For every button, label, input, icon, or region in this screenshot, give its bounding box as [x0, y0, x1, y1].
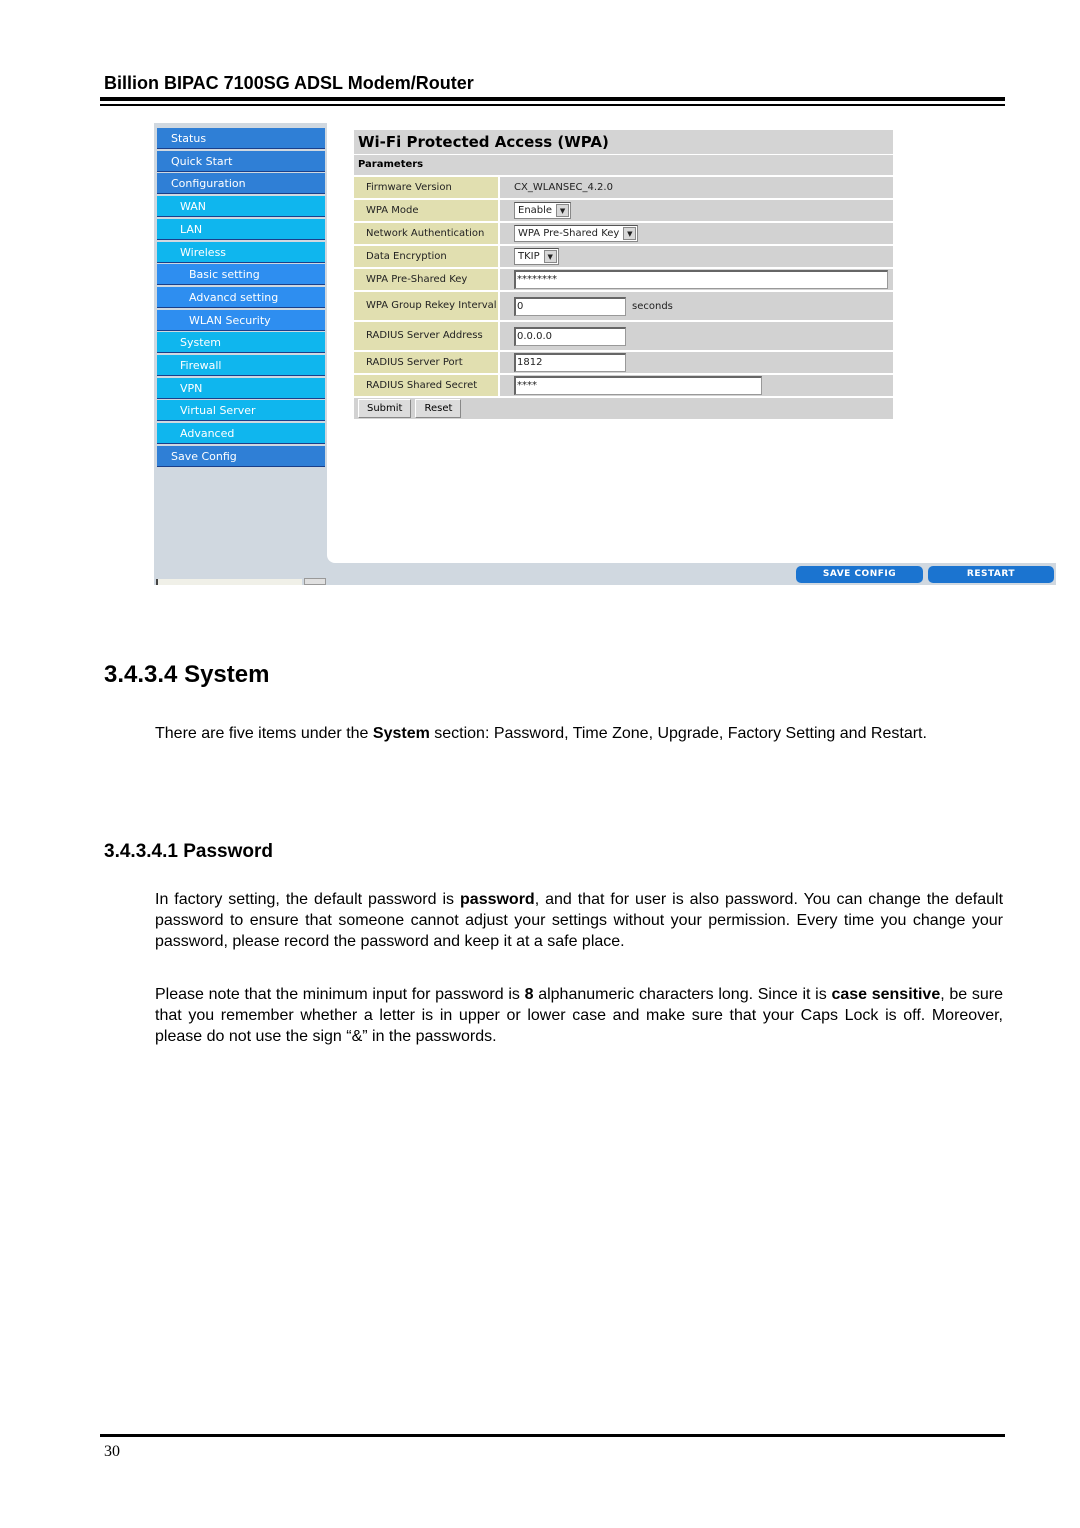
sidebar-item-quick-start[interactable]: Quick Start [157, 150, 325, 172]
chevron-down-icon: ▼ [623, 227, 637, 240]
net-auth-label: Network Authentication [354, 223, 498, 244]
wpa-mode-label: WPA Mode [354, 200, 498, 221]
wpa-mode-row: WPA Mode Enable ▼ [354, 200, 893, 221]
net-auth-row: Network Authentication WPA Pre-Shared Ke… [354, 223, 893, 244]
sidebar-item-virtual-server[interactable]: Virtual Server [157, 400, 325, 422]
firmware-row: Firmware Version CX_WLANSEC_4.2.0 [354, 177, 893, 198]
chevron-down-icon: ▼ [556, 204, 570, 217]
parameters-heading: Parameters [354, 155, 893, 175]
psk-row: WPA Pre-Shared Key ******** [354, 269, 893, 290]
radius-port-label: RADIUS Server Port [354, 352, 498, 373]
sidebar-item-advancd-setting[interactable]: Advancd setting [157, 286, 325, 308]
sidebar-item-advanced[interactable]: Advanced [157, 423, 325, 445]
sidebar-item-configuration[interactable]: Configuration [157, 173, 325, 195]
section-intro: There are five items under the System se… [155, 723, 1003, 744]
sidebar-item-vpn[interactable]: VPN [157, 377, 325, 399]
scroll-arrow-button[interactable] [304, 578, 326, 585]
sidebar-item-basic-setting[interactable]: Basic setting [157, 264, 325, 286]
wpa-panel: Wi-Fi Protected Access (WPA) Parameters … [354, 130, 893, 419]
password-paragraph-2: Please note that the minimum input for p… [155, 984, 1003, 1047]
router-main-area: Wi-Fi Protected Access (WPA) Parameters … [327, 123, 1056, 563]
encryption-value: TKIP [518, 251, 540, 262]
firmware-label: Firmware Version [354, 177, 498, 198]
radius-address-input[interactable]: 0.0.0.0 [514, 326, 626, 346]
sidebar-item-wlan-security[interactable]: WLAN Security [157, 309, 325, 331]
sidebar-item-wan[interactable]: WAN [157, 196, 325, 218]
radius-port-input[interactable]: 1812 [514, 353, 626, 372]
horizontal-scrollbar[interactable] [156, 579, 302, 585]
radius-address-label: RADIUS Server Address [354, 322, 498, 350]
save-config-button[interactable]: SAVE CONFIG [796, 566, 923, 583]
radius-secret-input[interactable]: **** [514, 376, 762, 395]
router-sidebar: Status Quick Start Configuration WAN LAN Wire… [154, 123, 327, 576]
chevron-down-icon: ▼ [543, 250, 557, 263]
text: Please note that the minimum input for p… [155, 986, 525, 1003]
rekey-label: WPA Group Rekey Interval [354, 292, 498, 320]
rekey-unit: seconds [632, 300, 673, 312]
bold-text: password [460, 891, 535, 908]
sidebar-item-status[interactable]: Status [157, 128, 325, 149]
rekey-input[interactable]: 0 [514, 296, 626, 316]
net-auth-value: WPA Pre-Shared Key [518, 228, 620, 239]
sidebar-item-wireless[interactable]: Wireless [157, 241, 325, 263]
header-rule-thin [100, 104, 1005, 106]
bold-text: 8 [524, 986, 534, 1003]
text: alphanumeric characters long. Since it i… [533, 986, 832, 1003]
radius-secret-label: RADIUS Shared Secret [354, 375, 498, 396]
rekey-row: WPA Group Rekey Interval 0 seconds [354, 292, 893, 320]
sidebar-item-lan[interactable]: LAN [157, 218, 325, 240]
section-heading: 3.4.3.4 System [104, 661, 270, 688]
text: There are five items under the [155, 725, 373, 742]
radius-address-row: RADIUS Server Address 0.0.0.0 [354, 322, 893, 350]
encryption-select[interactable]: TKIP ▼ [514, 248, 559, 265]
psk-input[interactable]: ******** [514, 270, 888, 289]
password-paragraph-1: In factory setting, the default password… [155, 889, 1003, 952]
router-ui-screenshot: Status Quick Start Configuration WAN LAN Wire… [154, 123, 1056, 585]
sidebar-item-system[interactable]: System [157, 332, 325, 354]
submit-button[interactable]: Submit [358, 399, 412, 418]
psk-label: WPA Pre-Shared Key [354, 269, 498, 290]
wpa-mode-value: Enable [518, 205, 553, 216]
wpa-panel-title: Wi-Fi Protected Access (WPA) [354, 130, 893, 154]
text: section: Password, Time Zone, Upgrade, F… [429, 725, 927, 742]
document-header: Billion BIPAC 7100SG ADSL Modem/Router [104, 73, 474, 93]
firmware-value: CX_WLANSEC_4.2.0 [500, 177, 893, 198]
form-buttons: Submit Reset [354, 398, 893, 419]
restart-button[interactable]: RESTART [928, 566, 1054, 583]
page-number: 30 [104, 1443, 120, 1460]
encryption-label: Data Encryption [354, 246, 498, 267]
wpa-mode-select[interactable]: Enable ▼ [514, 202, 572, 219]
radius-secret-row: RADIUS Shared Secret **** [354, 375, 893, 396]
footer-rule [100, 1434, 1005, 1437]
bold-text: System [372, 725, 430, 742]
reset-button[interactable]: Reset [415, 399, 462, 418]
bold-text: case sensitive [831, 986, 941, 1003]
encryption-row: Data Encryption TKIP ▼ [354, 246, 893, 267]
sidebar-item-save-config[interactable]: Save Config [157, 445, 325, 467]
text: In factory setting, the default password… [155, 891, 461, 908]
subsection-heading: 3.4.3.4.1 Password [104, 841, 273, 862]
radius-port-row: RADIUS Server Port 1812 [354, 352, 893, 373]
net-auth-select[interactable]: WPA Pre-Shared Key ▼ [514, 225, 639, 242]
sidebar-item-firewall[interactable]: Firewall [157, 355, 325, 376]
header-rule-thick [100, 97, 1005, 101]
